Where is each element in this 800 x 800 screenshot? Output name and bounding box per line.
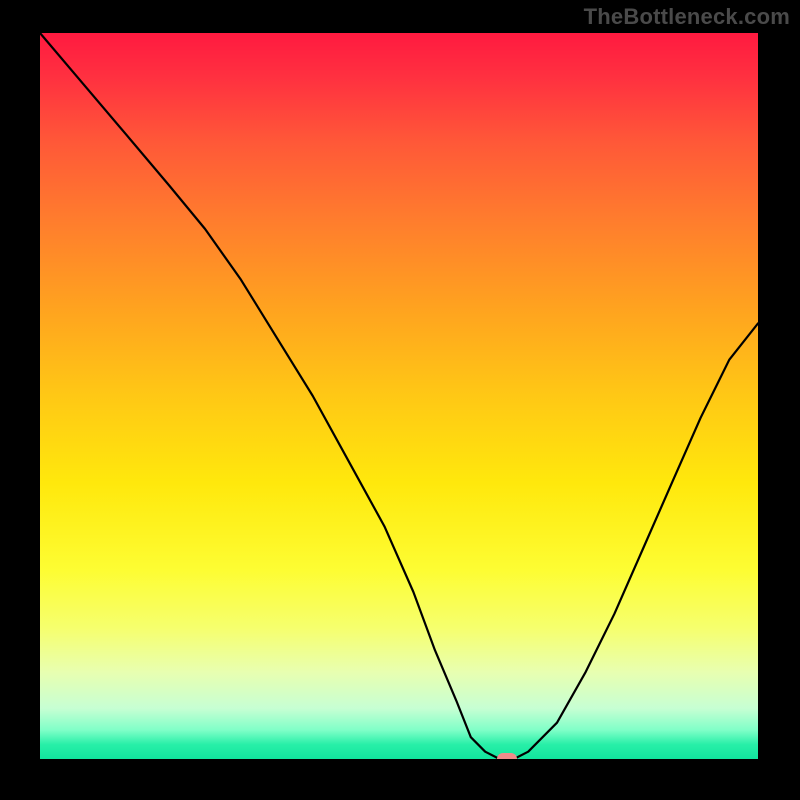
chart-container: TheBottleneck.com xyxy=(0,0,800,800)
plot-area xyxy=(40,33,758,759)
watermark-text: TheBottleneck.com xyxy=(584,4,790,30)
bottleneck-curve xyxy=(40,33,758,759)
optimal-marker-icon xyxy=(497,753,517,759)
